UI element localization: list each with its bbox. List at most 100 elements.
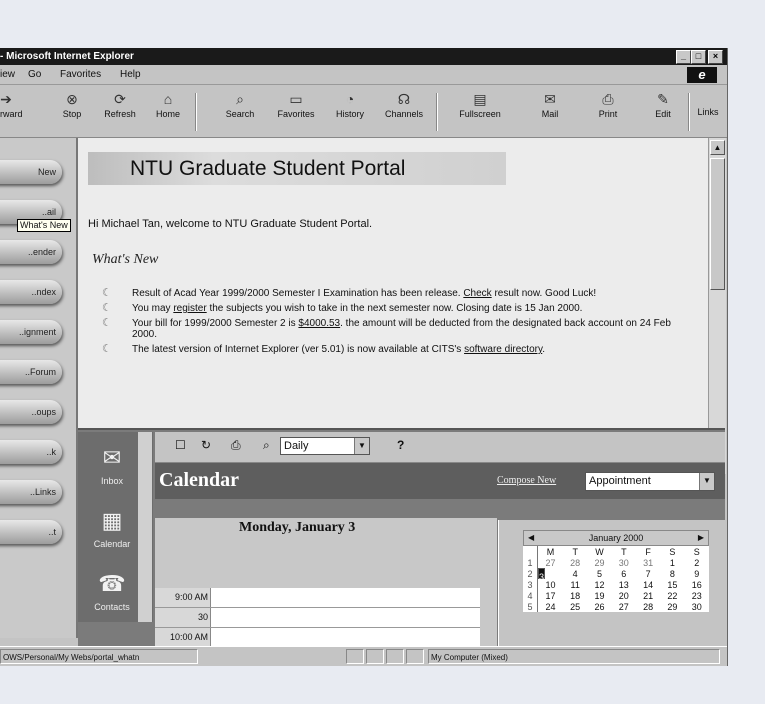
calendar-day[interactable]: 4 [563, 568, 587, 579]
calendar-day[interactable]: 30 [685, 601, 709, 612]
menu-help[interactable]: Help [120, 69, 141, 80]
calendar-day[interactable]: 5 [587, 568, 611, 579]
toolbar: ➔Forward ⊗Stop ⟳Refresh ⌂Home ⌕Search ▭F… [0, 85, 727, 138]
status-panel [366, 649, 384, 664]
outlook-calendar[interactable]: ▦ Calendar [84, 507, 140, 549]
calendar-day[interactable]: 29 [660, 601, 684, 612]
calendar-day[interactable]: 11 [563, 579, 587, 590]
sidebar-item-k[interactable]: ..k [0, 440, 62, 464]
forward-button[interactable]: ➔Forward [0, 91, 26, 119]
home-button[interactable]: ⌂ Home [148, 91, 188, 119]
outlook-inbox[interactable]: ✉ Inbox [84, 444, 140, 486]
calendar-day[interactable]: 19 [587, 590, 611, 601]
calendar-day[interactable]: 27 [538, 557, 564, 568]
calendar-day[interactable]: 12 [587, 579, 611, 590]
calendar-day[interactable]: 30 [612, 557, 636, 568]
contacts-icon: ☎ [98, 571, 126, 596]
register-link[interactable]: register [173, 303, 206, 314]
calendar-day[interactable]: 20 [612, 590, 636, 601]
outlook-contacts[interactable]: ☎ Contacts [84, 570, 140, 612]
sidebar-item-index[interactable]: ..ndex [0, 280, 62, 304]
calendar-day[interactable]: 29 [587, 557, 611, 568]
menu-go[interactable]: Go [28, 69, 41, 80]
new-item-icon[interactable]: ☐ [175, 438, 186, 452]
check-result-link[interactable]: Check [463, 288, 491, 299]
print-button[interactable]: ⎙ Print [588, 91, 628, 119]
calendar-day[interactable]: 21 [636, 590, 660, 601]
links-button[interactable]: Links [690, 107, 726, 117]
compose-new-link[interactable]: Compose New [497, 475, 556, 486]
refresh-button[interactable]: ⟳ Refresh [100, 91, 140, 119]
calendar-day[interactable]: 6 [612, 568, 636, 579]
week-number: 1 [523, 557, 538, 568]
time-slot[interactable]: 30 [155, 608, 480, 628]
next-month-icon[interactable]: ▶ [698, 531, 704, 545]
view-select[interactable]: Daily ▼ [280, 437, 370, 455]
calendar-day[interactable]: 31 [636, 557, 660, 568]
weekday-header: S [669, 546, 676, 557]
calendar-day[interactable]: 7 [636, 568, 660, 579]
sidebar-item-forum[interactable]: ..Forum [0, 360, 62, 384]
find-icon[interactable]: ⌕ [263, 438, 270, 453]
menu-view[interactable]: iew [0, 69, 15, 80]
sidebar-item-t[interactable]: ..t [0, 520, 62, 544]
sidebar-item-groups[interactable]: ..oups [0, 400, 62, 424]
calendar-day[interactable]: 28 [563, 557, 587, 568]
minimize-button[interactable]: _ [676, 50, 691, 64]
calendar-day[interactable]: 18 [563, 590, 587, 601]
mail-button[interactable]: ✉ Mail [530, 91, 570, 119]
status-zone: My Computer (Mixed) [428, 649, 720, 664]
sidebar-item-calendar[interactable]: ..ender [0, 240, 62, 264]
calendar-day[interactable]: 24 [538, 601, 564, 612]
calendar-day[interactable]: 16 [685, 579, 709, 590]
bullet-icon: ☾ [102, 302, 112, 314]
print-icon[interactable]: ⎙ [231, 438, 241, 453]
software-directory-link[interactable]: software directory [464, 344, 542, 355]
calendar-day[interactable]: 14 [636, 579, 660, 590]
outlook-bar-scrollbar[interactable] [138, 432, 152, 622]
favorites-button[interactable]: ▭ Favorites [268, 91, 324, 119]
edit-button[interactable]: ✎ Edit [643, 91, 683, 119]
calendar-day[interactable]: 15 [660, 579, 684, 590]
fullscreen-button[interactable]: ▤ Fullscreen [455, 91, 505, 119]
calendar-day[interactable]: 17 [538, 590, 564, 601]
go-to-today-icon[interactable]: ↻ [201, 438, 211, 452]
sidebar-item-links[interactable]: ..Links [0, 480, 62, 504]
stop-icon: ⊗ [66, 91, 78, 107]
bill-amount-link[interactable]: $4000.53 [298, 318, 340, 329]
calendar-icon: ▦ [101, 508, 123, 533]
week-number: 3 [523, 579, 538, 590]
scroll-thumb[interactable] [710, 158, 725, 290]
calendar-day[interactable]: 25 [563, 601, 587, 612]
bullet-icon: ☾ [102, 287, 112, 299]
calendar-day[interactable]: 8 [660, 568, 684, 579]
prev-month-icon[interactable]: ◀ [528, 531, 534, 545]
calendar-day[interactable]: 3 [538, 568, 546, 582]
scroll-up-button[interactable]: ▲ [710, 140, 725, 155]
help-icon[interactable]: ? [397, 438, 404, 452]
time-slot[interactable]: 10:00 AM [155, 628, 480, 648]
compose-type-select[interactable]: Appointment ▼ [585, 472, 715, 491]
calendar-day[interactable]: 22 [660, 590, 684, 601]
weekday-header: S [693, 546, 700, 557]
bullet-icon: ☾ [102, 317, 112, 329]
menu-favorites[interactable]: Favorites [60, 69, 101, 80]
close-button[interactable]: × [708, 50, 723, 64]
channels-button[interactable]: ☊ Channels [380, 91, 428, 119]
calendar-day[interactable]: 1 [660, 557, 684, 568]
calendar-day[interactable]: 9 [685, 568, 709, 579]
calendar-day[interactable]: 28 [636, 601, 660, 612]
content-scrollbar[interactable]: ▲ ▼ [708, 138, 726, 474]
sidebar-item-assignment[interactable]: ..ignment [0, 320, 62, 344]
time-slot[interactable]: 9:00 AM [155, 588, 480, 608]
search-button[interactable]: ⌕ Search [220, 91, 260, 119]
maximize-button[interactable]: □ [691, 50, 706, 64]
history-button[interactable]: ◔ History [330, 91, 370, 119]
calendar-day[interactable]: 27 [612, 601, 636, 612]
calendar-day[interactable]: 26 [587, 601, 611, 612]
calendar-day[interactable]: 23 [685, 590, 709, 601]
calendar-day[interactable]: 2 [685, 557, 709, 568]
sidebar-item-whats-new[interactable]: New [0, 160, 62, 184]
stop-button[interactable]: ⊗ Stop [52, 91, 92, 119]
calendar-day[interactable]: 13 [612, 579, 636, 590]
